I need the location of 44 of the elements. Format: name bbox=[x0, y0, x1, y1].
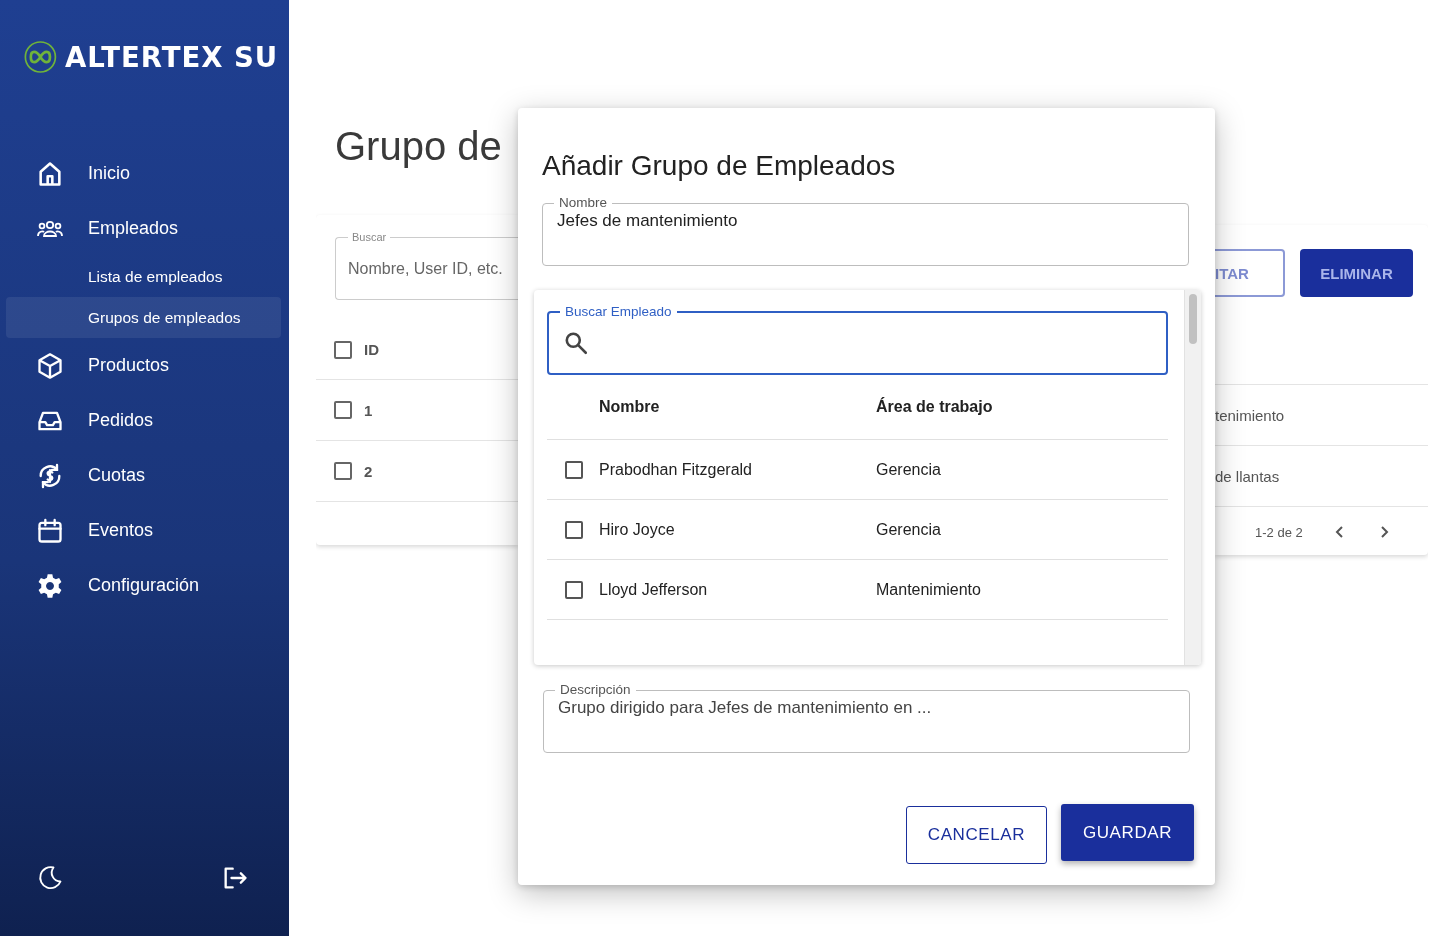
nav-item[interactable]: Configuración bbox=[6, 558, 281, 613]
table-cell: de llantas bbox=[1215, 467, 1280, 485]
table-cell: tenimiento bbox=[1215, 406, 1285, 424]
name-field[interactable]: Nombre Jefes de mantenimiento bbox=[542, 195, 1189, 266]
checkbox[interactable] bbox=[334, 462, 352, 480]
checkbox[interactable] bbox=[565, 580, 583, 599]
home-icon bbox=[36, 159, 64, 188]
cancel-button[interactable]: CANCELAR bbox=[906, 805, 1047, 864]
description-field[interactable]: Descripción Grupo dirigido para Jefes de mantenimiento en ... bbox=[543, 682, 1190, 753]
scrollbar[interactable] bbox=[1184, 290, 1201, 665]
nav-item[interactable]: Productos bbox=[6, 338, 281, 393]
nav-item[interactable]: Eventos bbox=[6, 503, 281, 558]
table-cell-text: Gerencia bbox=[876, 460, 942, 479]
delete-button[interactable]: ELIMINAR bbox=[1300, 249, 1413, 297]
nav-item[interactable]: Empleados bbox=[6, 201, 281, 256]
calendar-icon bbox=[36, 516, 64, 545]
pagination-text: 1-2 de 2 bbox=[1255, 524, 1303, 540]
moon-icon[interactable] bbox=[36, 864, 64, 892]
cube-icon bbox=[36, 351, 64, 380]
nav-subitem[interactable]: Grupos de empleados bbox=[6, 297, 281, 338]
checkbox[interactable] bbox=[334, 401, 352, 419]
column-header: ID bbox=[364, 341, 379, 358]
settings-icon bbox=[36, 571, 64, 600]
nav-item[interactable]: Cuotas bbox=[6, 448, 281, 503]
table-cell-text: Hiro Joyce bbox=[599, 520, 676, 539]
save-button[interactable]: GUARDAR bbox=[1061, 804, 1194, 861]
table-cell-text: Gerencia bbox=[876, 520, 942, 539]
checkbox[interactable] bbox=[565, 520, 583, 539]
page-title: Grupo de bbox=[335, 124, 503, 169]
table-cell: 1 bbox=[364, 401, 373, 419]
employee-search-field[interactable]: Buscar Empleado bbox=[547, 304, 1168, 375]
table-cell-text: Lloyd Jefferson bbox=[599, 580, 709, 599]
logo-text: ALTERTEX SU bbox=[64, 40, 278, 74]
dialog-title: Añadir Grupo de Empleados bbox=[542, 150, 897, 182]
column-header: Nombre bbox=[599, 398, 661, 416]
nav-item[interactable]: Inicio bbox=[6, 146, 281, 201]
checkbox[interactable] bbox=[565, 460, 583, 479]
table-cell-text: Prabodhan Fitzgerald bbox=[599, 460, 753, 479]
checkbox[interactable] bbox=[334, 340, 352, 359]
nav-item[interactable]: Pedidos bbox=[6, 393, 281, 448]
nav-subitem[interactable]: Lista de empleados bbox=[6, 256, 281, 297]
table-cell: 2 bbox=[364, 462, 373, 480]
column-header: Área de trabajo bbox=[876, 398, 994, 416]
table-cell-text: Mantenimiento bbox=[876, 580, 982, 599]
